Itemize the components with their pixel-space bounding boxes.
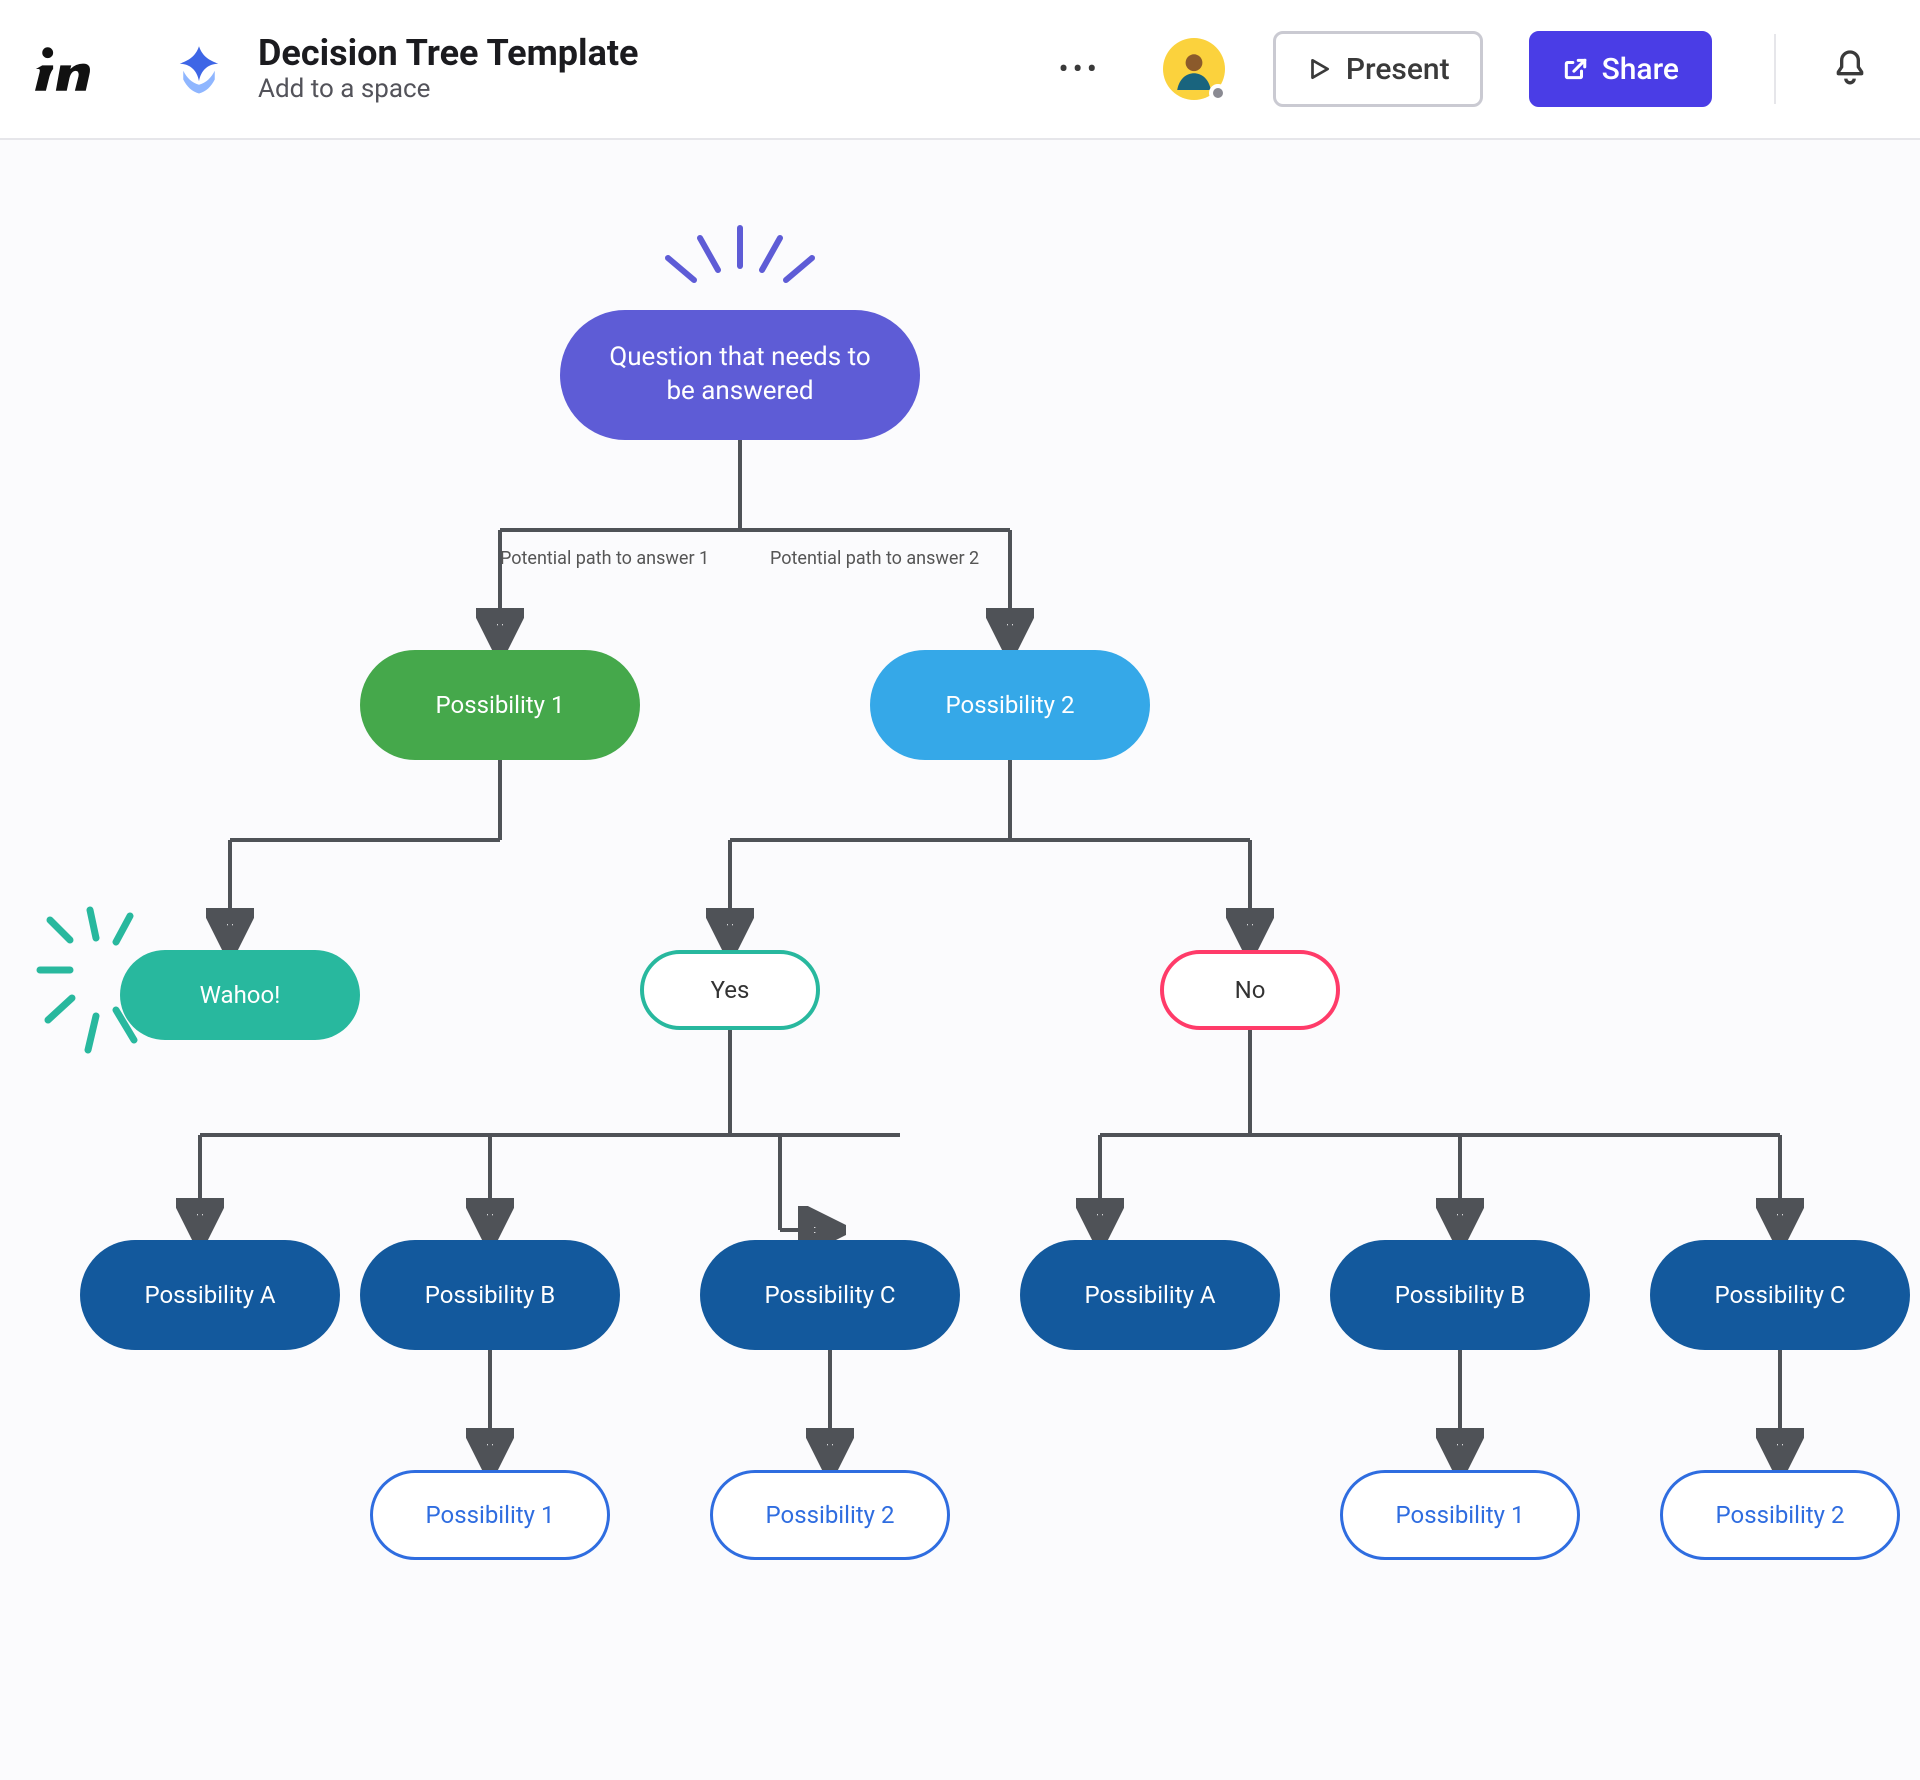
invision-logo[interactable] bbox=[28, 40, 100, 98]
notifications-button[interactable] bbox=[1830, 47, 1870, 91]
no-leaf-b-label: Possibility B bbox=[1395, 1281, 1525, 1309]
app-header: Decision Tree Template Add to a space ••… bbox=[0, 0, 1920, 140]
no-final-1[interactable]: Possibility 1 bbox=[1340, 1470, 1580, 1560]
no-leaf-c[interactable]: Possibility C bbox=[1650, 1240, 1910, 1350]
root-label: Question that needs to be answered bbox=[596, 341, 884, 409]
yes-final-2[interactable]: Possibility 2 bbox=[710, 1470, 950, 1560]
no-leaf-b[interactable]: Possibility B bbox=[1330, 1240, 1590, 1350]
title-block: Decision Tree Template Add to a space bbox=[258, 33, 638, 104]
diagram-canvas[interactable]: Question that needs to be answered bbox=[0, 140, 1920, 1780]
share-label: Share bbox=[1602, 52, 1679, 87]
edge-label-left: Potential path to answer 1 bbox=[500, 548, 709, 569]
root-node[interactable]: Question that needs to be answered bbox=[560, 310, 920, 440]
user-avatar[interactable] bbox=[1163, 38, 1225, 100]
yes-final-2-label: Possibility 2 bbox=[766, 1501, 895, 1529]
yes-leaf-a[interactable]: Possibility A bbox=[80, 1240, 340, 1350]
header-divider bbox=[1774, 34, 1776, 104]
play-icon bbox=[1306, 56, 1332, 82]
possibility-2-node[interactable]: Possibility 2 bbox=[870, 650, 1150, 760]
yes-leaf-a-label: Possibility A bbox=[144, 1281, 275, 1309]
edge-label-right: Potential path to answer 2 bbox=[770, 548, 979, 569]
no-final-1-label: Possibility 1 bbox=[1396, 1501, 1525, 1529]
bell-icon bbox=[1830, 47, 1870, 87]
possibility-1-node[interactable]: Possibility 1 bbox=[360, 650, 640, 760]
possibility-1-label: Possibility 1 bbox=[436, 691, 565, 719]
no-final-2[interactable]: Possibility 2 bbox=[1660, 1470, 1900, 1560]
share-icon bbox=[1562, 56, 1588, 82]
yes-label: Yes bbox=[711, 976, 750, 1004]
no-leaf-a-label: Possibility A bbox=[1084, 1281, 1215, 1309]
present-label: Present bbox=[1346, 52, 1450, 87]
no-final-2-label: Possibility 2 bbox=[1716, 1501, 1845, 1529]
yes-node[interactable]: Yes bbox=[640, 950, 820, 1030]
yes-leaf-b[interactable]: Possibility B bbox=[360, 1240, 620, 1350]
wahoo-node[interactable]: Wahoo! bbox=[120, 950, 360, 1040]
no-leaf-a[interactable]: Possibility A bbox=[1020, 1240, 1280, 1350]
space-icon[interactable] bbox=[166, 41, 232, 97]
no-node[interactable]: No bbox=[1160, 950, 1340, 1030]
yes-final-1[interactable]: Possibility 1 bbox=[370, 1470, 610, 1560]
more-menu-button[interactable]: ••• bbox=[1044, 44, 1114, 95]
add-to-space-link[interactable]: Add to a space bbox=[258, 75, 638, 105]
burst-icon bbox=[640, 220, 840, 310]
yes-final-1-label: Possibility 1 bbox=[426, 1501, 555, 1529]
yes-leaf-c-label: Possibility C bbox=[764, 1281, 895, 1309]
possibility-2-label: Possibility 2 bbox=[946, 691, 1075, 719]
wahoo-label: Wahoo! bbox=[200, 981, 281, 1009]
no-leaf-c-label: Possibility C bbox=[1714, 1281, 1845, 1309]
yes-leaf-b-label: Possibility B bbox=[425, 1281, 555, 1309]
present-button[interactable]: Present bbox=[1273, 31, 1483, 107]
yes-leaf-c[interactable]: Possibility C bbox=[700, 1240, 960, 1350]
document-title[interactable]: Decision Tree Template bbox=[258, 33, 638, 74]
no-label: No bbox=[1235, 976, 1266, 1004]
presence-status-icon bbox=[1209, 84, 1227, 102]
share-button[interactable]: Share bbox=[1529, 31, 1712, 107]
